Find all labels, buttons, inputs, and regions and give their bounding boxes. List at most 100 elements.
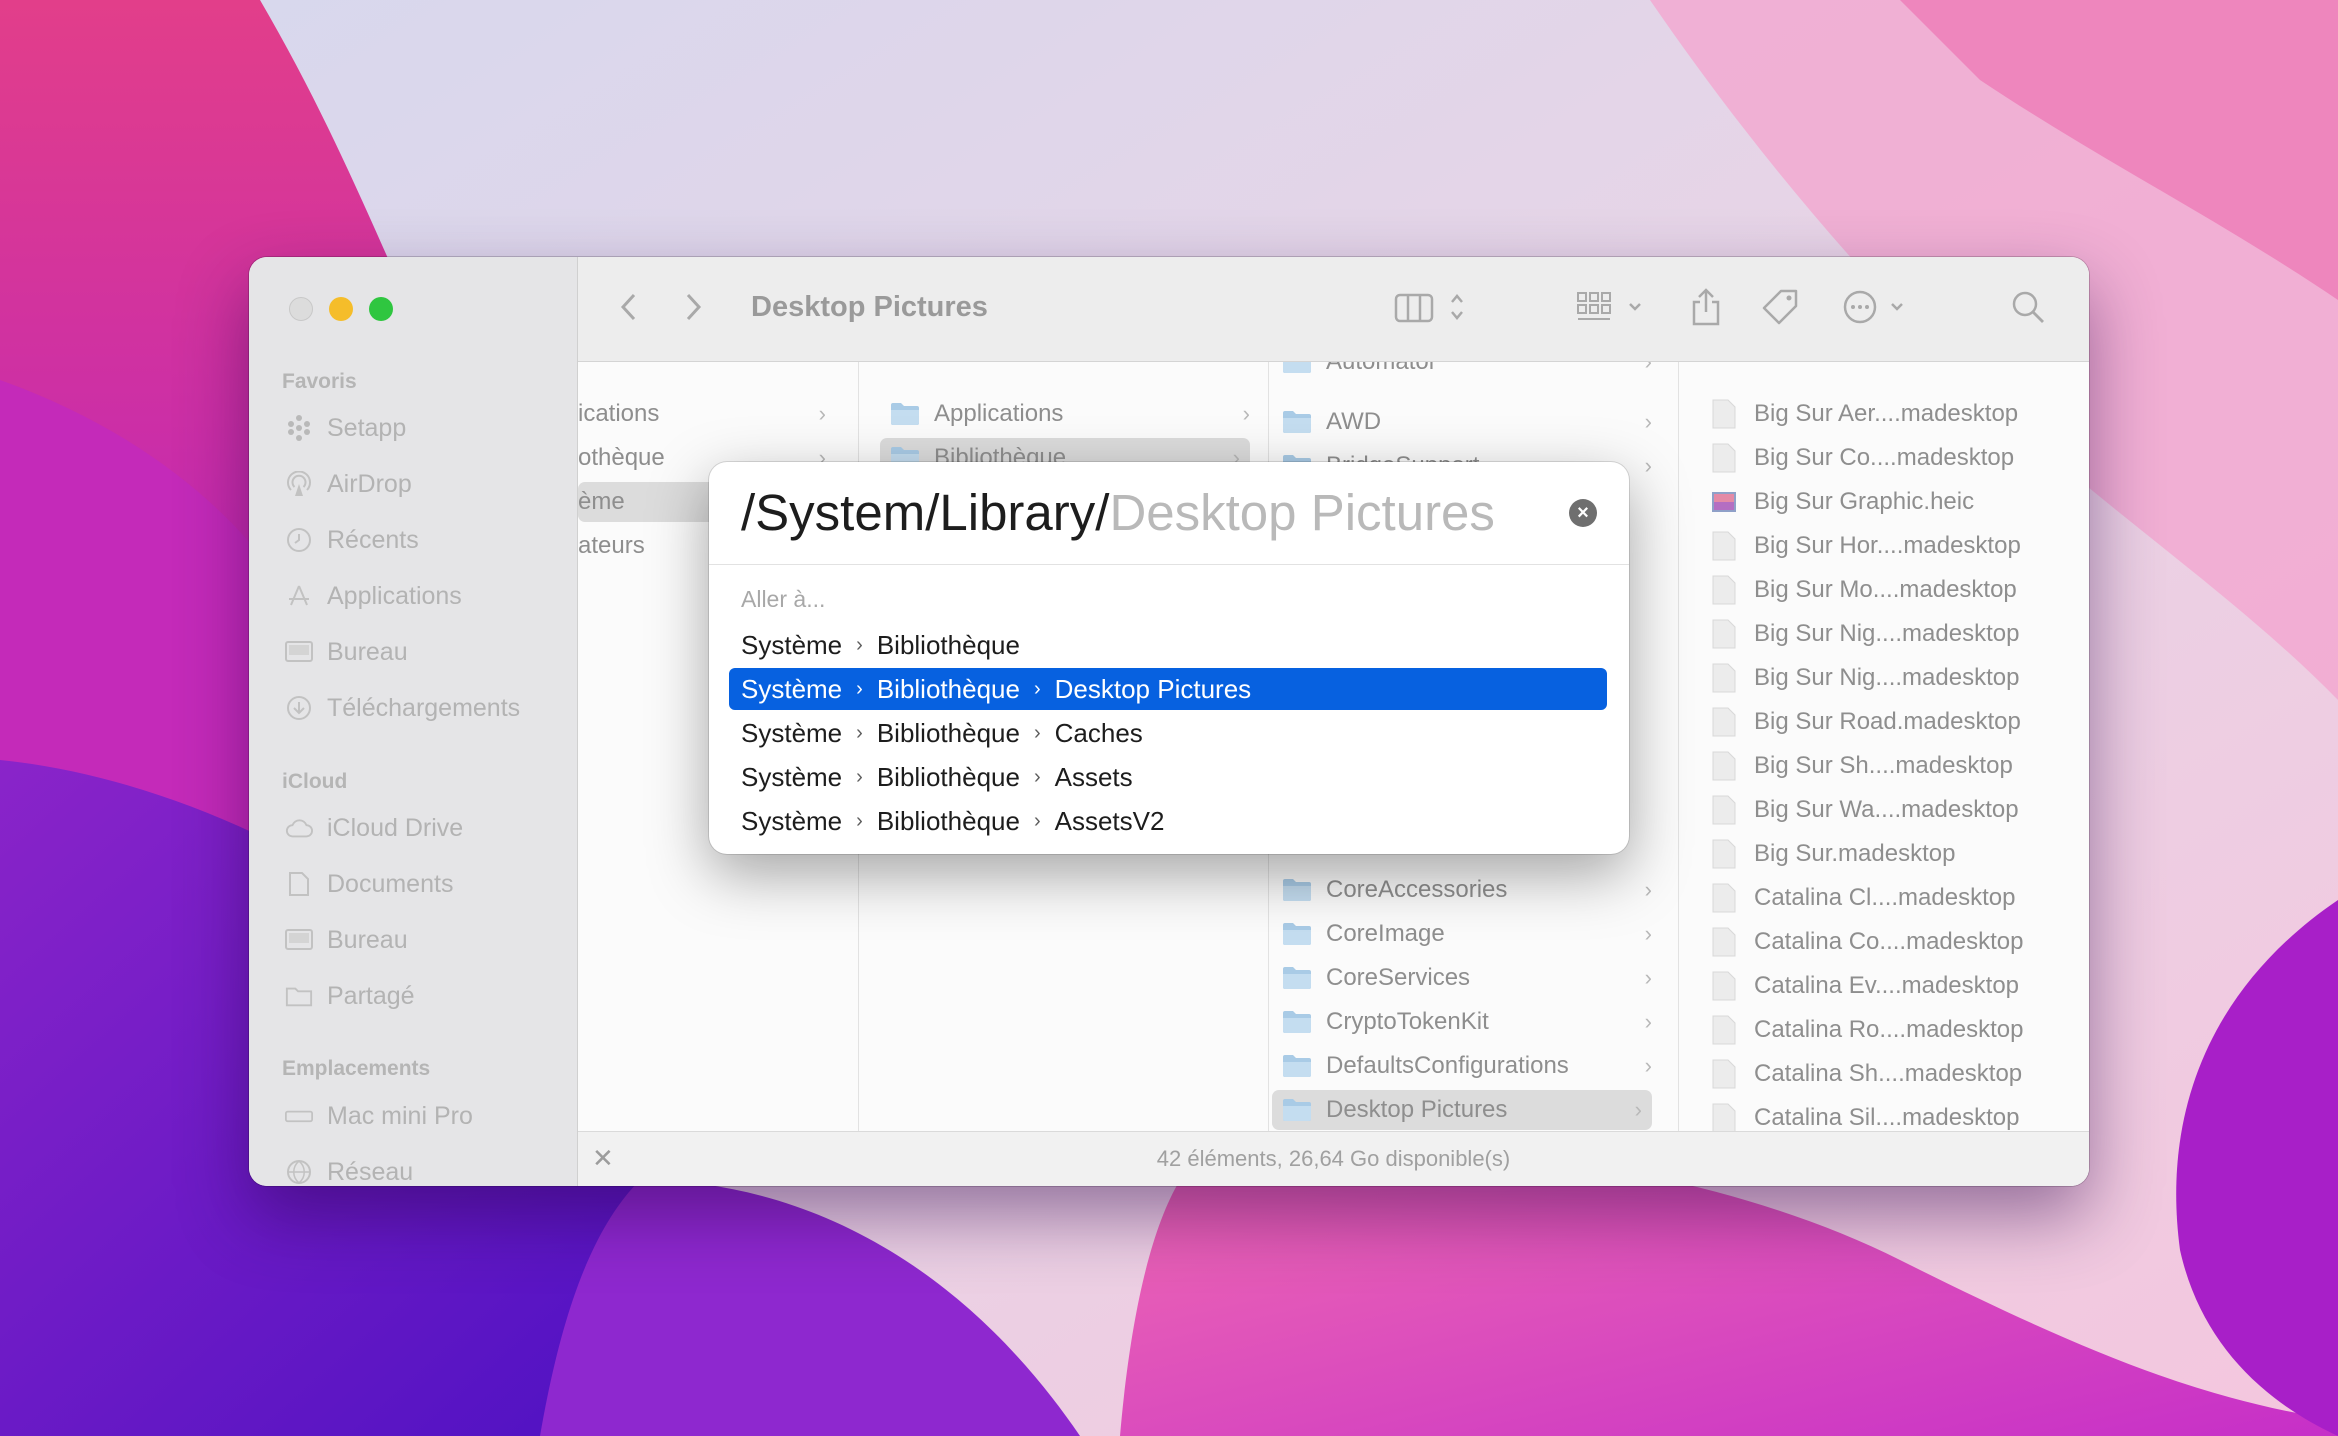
document-icon [1712, 1059, 1736, 1089]
row-label: Applications [934, 400, 1064, 427]
file-row[interactable]: Big Sur Road.madesktop [1712, 702, 2021, 742]
row-label: Catalina Sil....madesktop [1754, 1104, 2020, 1131]
column-row[interactable]: CoreAccessories › [1282, 870, 1652, 910]
folder-icon [1282, 1010, 1312, 1034]
file-row[interactable]: Big Sur.madesktop [1712, 834, 1955, 874]
group-button[interactable] [1576, 285, 1648, 333]
column-row[interactable]: Applications › [890, 394, 1250, 434]
chevron-right-icon [685, 292, 703, 327]
sidebar-item-desktop[interactable]: Bureau [285, 632, 408, 672]
column-row[interactable]: CryptoTokenKit › [1282, 1002, 1652, 1042]
window-title: Desktop Pictures [751, 291, 988, 323]
path-suggestion-selected[interactable]: Système › Bibliothèque › Desktop Pictures [729, 668, 1607, 710]
file-row[interactable]: Catalina Ro....madesktop [1712, 1010, 2023, 1050]
forward-button[interactable] [674, 285, 714, 333]
file-row[interactable]: Big Sur Hor....madesktop [1712, 526, 2021, 566]
sidebar-item-documents[interactable]: Documents [285, 864, 453, 904]
row-label: CoreServices [1326, 964, 1471, 991]
path-suggestion[interactable]: Système › Bibliothèque › AssetsV2 [729, 800, 1607, 842]
sidebar-item-label: Réseau [327, 1157, 414, 1186]
file-row[interactable]: Big Sur Nig....madesktop [1712, 614, 2019, 654]
sidebar-item-label: Mac mini Pro [327, 1101, 473, 1130]
file-row[interactable]: Big Sur Co....madesktop [1712, 438, 2014, 478]
path-suggestion[interactable]: Système › Bibliothèque › Assets [729, 756, 1607, 798]
file-row[interactable]: Big Sur Nig....madesktop [1712, 658, 2019, 698]
file-row[interactable]: Big Sur Graphic.heic [1712, 482, 1974, 522]
column-row[interactable]: ications › [578, 394, 826, 434]
back-button[interactable] [608, 285, 648, 333]
folder-icon [1282, 1098, 1312, 1122]
chevron-right-icon: › [856, 721, 863, 744]
column-row[interactable]: CoreImage › [1282, 914, 1652, 954]
path-typed-text: /System/Library/ [741, 484, 1110, 541]
row-label: ateurs [578, 532, 645, 559]
file-row[interactable]: Catalina Ev....madesktop [1712, 966, 2019, 1006]
path-input[interactable]: /System/Library/Desktop Pictures [741, 484, 1495, 542]
document-icon [1712, 883, 1736, 913]
document-icon [1712, 1103, 1736, 1132]
view-mode-button[interactable] [1394, 285, 1474, 333]
chevron-right-icon: › [1644, 1009, 1652, 1034]
share-button[interactable] [1686, 285, 1726, 333]
path-suggestion[interactable]: Système › Bibliothèque › Caches [729, 712, 1607, 754]
file-row[interactable]: Catalina Cl....madesktop [1712, 878, 2015, 918]
share-icon [1690, 287, 1722, 331]
sidebar-item-mac-mini[interactable]: Mac mini Pro [285, 1096, 473, 1136]
path-segment: Caches [1054, 717, 1143, 748]
column-row[interactable]: AWD › [1282, 402, 1652, 442]
sidebar-item-network[interactable]: Réseau [285, 1152, 413, 1186]
row-label: Big Sur Nig....madesktop [1754, 620, 2020, 647]
path-suggestion[interactable]: Système › Bibliothèque [729, 624, 1607, 666]
file-row[interactable]: Big Sur Sh....madesktop [1712, 746, 2013, 786]
file-row[interactable]: Catalina Co....madesktop [1712, 922, 2023, 962]
document-icon [1712, 443, 1736, 473]
path-segment: Système [741, 761, 843, 792]
sidebar-item-airdrop[interactable]: AirDrop [285, 464, 412, 504]
search-button[interactable] [2008, 285, 2048, 333]
path-segment: Système [741, 629, 843, 660]
column-row-selected[interactable]: Desktop Pictures › [1272, 1090, 1652, 1130]
document-icon [1712, 751, 1736, 781]
document-icon [1712, 575, 1736, 605]
document-icon [1712, 927, 1736, 957]
chevron-right-icon: › [856, 809, 863, 832]
tags-button[interactable] [1758, 285, 1802, 333]
chevron-right-icon: › [1033, 765, 1041, 788]
close-icon: × [1577, 502, 1589, 524]
sidebar-item-shared[interactable]: Partagé [285, 976, 415, 1016]
sidebar-item-recents[interactable]: Récents [285, 520, 419, 560]
file-row[interactable]: Big Sur Mo....madesktop [1712, 570, 2017, 610]
sidebar-section-locations: Emplacements [282, 1057, 431, 1080]
sidebar-item-icloud-drive[interactable]: iCloud Drive [285, 808, 463, 848]
row-label: ème [578, 488, 625, 515]
maximize-button[interactable] [369, 297, 393, 321]
minimize-button[interactable] [329, 297, 353, 321]
more-actions-button[interactable] [1842, 285, 1914, 333]
sidebar-item-applications[interactable]: Applications [285, 576, 462, 616]
file-row[interactable]: Catalina Sh....madesktop [1712, 1054, 2022, 1094]
sidebar-item-icloud-desktop[interactable]: Bureau [285, 920, 408, 960]
applications-icon [285, 582, 313, 610]
close-button[interactable] [289, 297, 313, 321]
chevron-right-icon: › [1644, 965, 1652, 990]
file-row[interactable]: Big Sur Aer....madesktop [1712, 394, 2018, 434]
status-text: 42 éléments, 26,64 Go disponible(s) [1156, 1146, 1511, 1171]
column-row[interactable]: CoreServices › [1282, 958, 1652, 998]
file-row[interactable]: Big Sur Wa....madesktop [1712, 790, 2019, 830]
desktop-icon [285, 926, 313, 954]
file-row[interactable]: Catalina Sil....madesktop [1712, 1098, 2019, 1132]
path-segment: Bibliothèque [876, 717, 1020, 748]
sidebar: Favoris Setapp AirDrop Récents Applicati… [249, 257, 578, 1186]
row-label: Big Sur Road.madesktop [1754, 708, 2021, 735]
column-row[interactable]: Automator › [1282, 362, 1652, 382]
path-segment: Bibliothèque [876, 805, 1020, 836]
row-label: DefaultsConfigurations [1326, 1052, 1569, 1079]
column-row[interactable]: DefaultsConfigurations › [1282, 1046, 1652, 1086]
sidebar-item-downloads[interactable]: Téléchargements [285, 688, 520, 728]
airdrop-icon [285, 470, 313, 498]
row-label: Big Sur Aer....madesktop [1754, 400, 2019, 427]
sidebar-item-setapp[interactable]: Setapp [285, 408, 406, 448]
clear-path-button[interactable]: × [1569, 499, 1597, 527]
network-icon [285, 1158, 313, 1186]
chevron-right-icon: › [856, 765, 863, 788]
